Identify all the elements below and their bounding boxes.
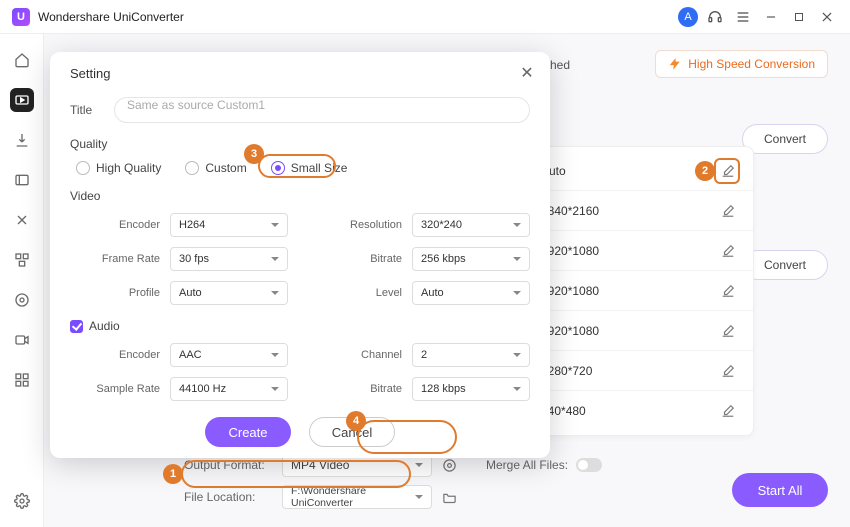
- video-encoder-select[interactable]: H264: [170, 213, 288, 237]
- headset-icon[interactable]: [704, 6, 726, 28]
- sidebar-toolbox-icon[interactable]: [10, 368, 34, 392]
- edit-icon[interactable]: [719, 322, 737, 340]
- file-location-label: File Location:: [184, 490, 274, 504]
- video-frame-rate-label: Frame Rate: [70, 253, 160, 265]
- modal-title: Setting: [70, 66, 530, 81]
- edit-icon[interactable]: [719, 362, 737, 380]
- file-location-select[interactable]: F:\Wondershare UniConverter: [282, 485, 432, 509]
- preset-settings-icon[interactable]: [440, 456, 458, 474]
- quality-small-radio[interactable]: Small Size: [271, 161, 348, 175]
- bolt-icon: [668, 57, 682, 71]
- close-window-button[interactable]: [816, 6, 838, 28]
- audio-encoder-select[interactable]: AAC: [170, 343, 288, 367]
- cancel-button[interactable]: Cancel: [309, 417, 395, 447]
- video-profile-label: Profile: [70, 287, 160, 299]
- quality-high-label: High Quality: [96, 161, 161, 175]
- high-speed-conversion-button[interactable]: High Speed Conversion: [655, 50, 828, 78]
- preset-row[interactable]: 1920*1080: [525, 271, 753, 311]
- start-all-button[interactable]: Start All: [732, 473, 828, 507]
- edit-icon[interactable]: [719, 282, 737, 300]
- quality-high-radio[interactable]: High Quality: [76, 161, 161, 175]
- video-encoder-label: Encoder: [70, 219, 160, 231]
- audio-encoder-label: Encoder: [70, 349, 160, 361]
- sidebar-burn-icon[interactable]: [10, 288, 34, 312]
- audio-enabled-checkbox[interactable]: [70, 320, 83, 333]
- convert-button[interactable]: Convert: [742, 124, 828, 154]
- quality-small-label: Small Size: [291, 161, 348, 175]
- close-icon[interactable]: ✕: [518, 64, 536, 82]
- convert-button[interactable]: Convert: [742, 250, 828, 280]
- audio-sample-rate-select[interactable]: 44100 Hz: [170, 377, 288, 401]
- preset-list: Auto 3840*2160 1920*1080 1920*1080 1920*…: [524, 146, 754, 436]
- avatar[interactable]: A: [678, 7, 698, 27]
- title-label: Title: [70, 103, 114, 117]
- sidebar: [0, 34, 44, 527]
- video-resolution-label: Resolution: [312, 219, 402, 231]
- audio-sample-rate-label: Sample Rate: [70, 383, 160, 395]
- sidebar-settings-icon[interactable]: [10, 489, 34, 513]
- video-bitrate-label: Bitrate: [312, 253, 402, 265]
- preset-row[interactable]: 3840*2160: [525, 191, 753, 231]
- titlebar: U Wondershare UniConverter A: [0, 0, 850, 34]
- merge-all-toggle[interactable]: [576, 458, 602, 472]
- settings-modal: Setting ✕ Title Same as source Custom1 Q…: [50, 52, 550, 458]
- sidebar-home-icon[interactable]: [10, 48, 34, 72]
- preset-row-auto[interactable]: Auto: [525, 151, 753, 191]
- edit-icon[interactable]: [719, 242, 737, 260]
- preset-row[interactable]: 1920*1080: [525, 311, 753, 351]
- preset-row[interactable]: 1920*1080: [525, 231, 753, 271]
- quality-custom-label: Custom: [205, 161, 246, 175]
- edit-icon[interactable]: [719, 202, 737, 220]
- edit-icon[interactable]: [719, 162, 737, 180]
- output-format-label: Output Format:: [184, 458, 274, 472]
- app-logo-icon: U: [12, 8, 30, 26]
- quality-custom-radio[interactable]: Custom: [185, 161, 246, 175]
- audio-channel-select[interactable]: 2: [412, 343, 530, 367]
- video-resolution-select[interactable]: 320*240: [412, 213, 530, 237]
- create-button[interactable]: Create: [205, 417, 291, 447]
- audio-bitrate-label: Bitrate: [312, 383, 402, 395]
- app-title: Wondershare UniConverter: [38, 10, 184, 24]
- video-level-label: Level: [312, 287, 402, 299]
- video-bitrate-select[interactable]: 256 kbps: [412, 247, 530, 271]
- sidebar-compress-icon[interactable]: [10, 168, 34, 192]
- audio-section-label: Audio: [89, 319, 120, 333]
- quality-section-label: Quality: [70, 137, 530, 151]
- video-section-label: Video: [70, 189, 530, 203]
- sidebar-merge-icon[interactable]: [10, 248, 34, 272]
- bottom-strip: Output Format: MP4 Video Merge All Files…: [184, 453, 700, 517]
- video-level-select[interactable]: Auto: [412, 281, 530, 305]
- video-frame-rate-select[interactable]: 30 fps: [170, 247, 288, 271]
- video-profile-select[interactable]: Auto: [170, 281, 288, 305]
- sidebar-edit-icon[interactable]: [10, 208, 34, 232]
- preset-row[interactable]: 640*480: [525, 391, 753, 431]
- edit-icon[interactable]: [719, 402, 737, 420]
- audio-bitrate-select[interactable]: 128 kbps: [412, 377, 530, 401]
- menu-icon[interactable]: [732, 6, 754, 28]
- preset-row[interactable]: 1280*720: [525, 351, 753, 391]
- high-speed-label: High Speed Conversion: [688, 57, 815, 71]
- audio-channel-label: Channel: [312, 349, 402, 361]
- folder-open-icon[interactable]: [440, 488, 458, 506]
- maximize-button[interactable]: [788, 6, 810, 28]
- sidebar-record-icon[interactable]: [10, 328, 34, 352]
- title-input[interactable]: Same as source Custom1: [114, 97, 530, 123]
- merge-all-label: Merge All Files:: [486, 458, 568, 472]
- sidebar-converter-icon[interactable]: [10, 88, 34, 112]
- minimize-button[interactable]: [760, 6, 782, 28]
- sidebar-download-icon[interactable]: [10, 128, 34, 152]
